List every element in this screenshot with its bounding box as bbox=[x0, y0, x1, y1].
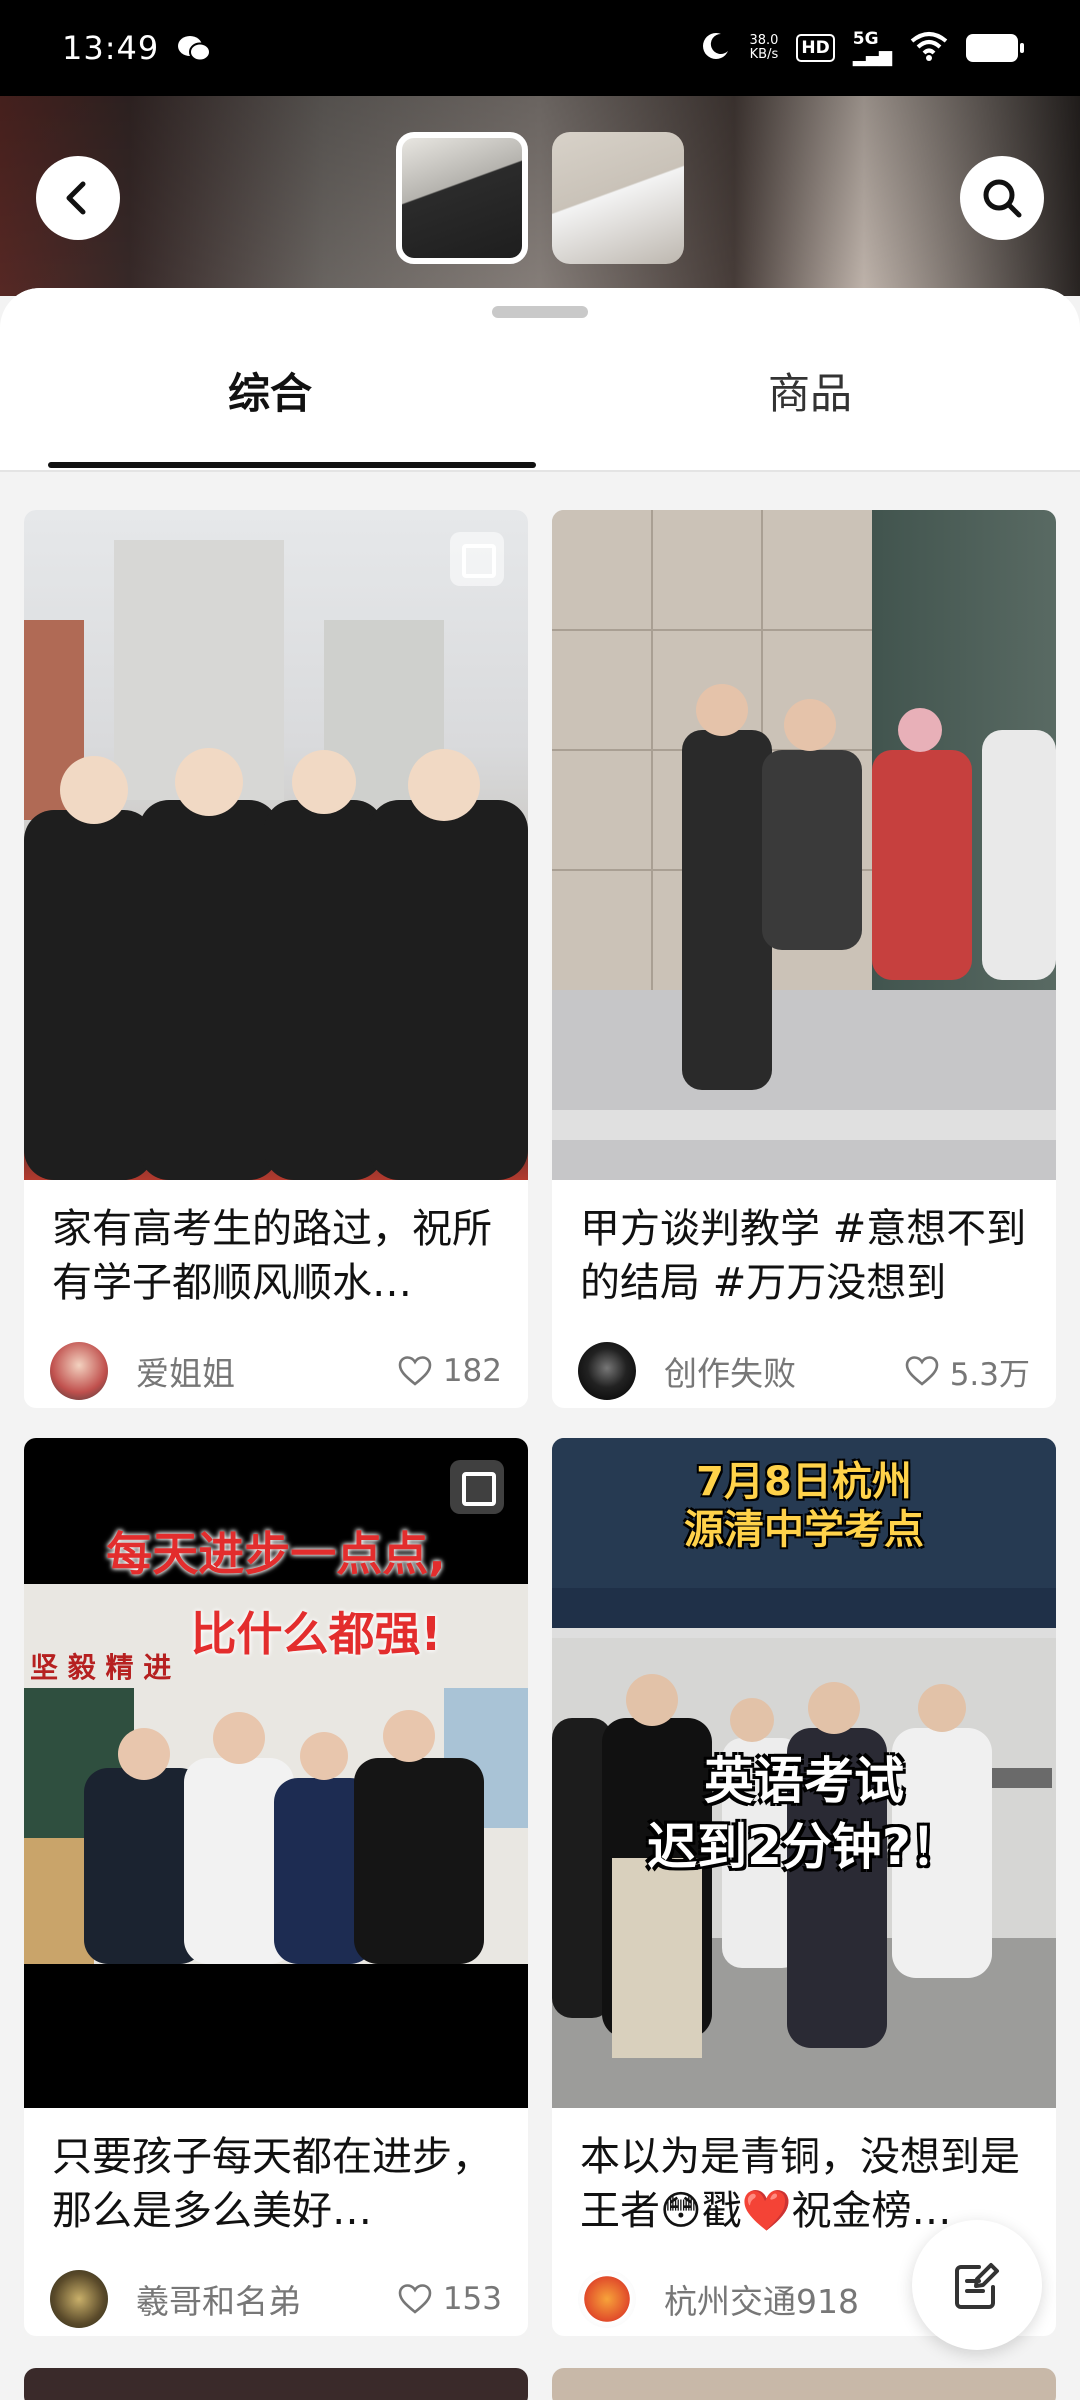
wechat-icon bbox=[177, 35, 212, 62]
result-card[interactable]: 7月8日杭州 源清中学考点 英语考试 迟到2分钟?！ 本以为是青铜，没想到是王者… bbox=[552, 1438, 1056, 2336]
result-card[interactable] bbox=[24, 2368, 528, 2400]
author-name[interactable]: 爱姐姐 bbox=[136, 1347, 397, 1395]
avatar[interactable] bbox=[50, 2270, 108, 2328]
compose-button[interactable] bbox=[912, 2220, 1042, 2350]
tab-comprehensive[interactable]: 综合 bbox=[0, 288, 540, 472]
card-image bbox=[552, 510, 1056, 1180]
result-card[interactable]: 坚 毅 精 进 每天进步一点点, 比什么都强! 只要孩子每天都在进步，那么是多么… bbox=[24, 1438, 528, 2336]
edit-note-icon bbox=[955, 2263, 999, 2309]
like-count: 182 bbox=[442, 1353, 502, 1389]
moon-icon bbox=[701, 31, 731, 65]
overlay-line: 比什么都强! bbox=[190, 1607, 442, 1661]
author-name[interactable]: 创作失败 bbox=[664, 1347, 904, 1395]
tab-divider bbox=[0, 470, 1080, 472]
avatar[interactable] bbox=[578, 1342, 636, 1400]
image-thumbnails bbox=[396, 132, 684, 264]
result-card[interactable]: 甲方谈判教学 #意想不到的结局 #万万没想到 #… 创作失败 5.3万 bbox=[552, 510, 1056, 1408]
tab-bar: 综合 商品 bbox=[0, 288, 1080, 472]
battery-icon bbox=[966, 34, 1024, 62]
wifi-icon bbox=[910, 31, 948, 65]
back-button[interactable] bbox=[36, 156, 120, 240]
thumbnail-1[interactable] bbox=[396, 132, 528, 264]
like-count: 153 bbox=[442, 2281, 502, 2317]
overlay-line: 每天进步一点点, bbox=[106, 1527, 446, 1581]
like-button[interactable]: 153 bbox=[397, 2281, 502, 2317]
thumbnail-2[interactable] bbox=[552, 132, 684, 264]
search-icon bbox=[983, 179, 1022, 218]
header-backdrop bbox=[0, 96, 1080, 296]
overlay-line: 迟到2分钟?！ bbox=[647, 1818, 961, 1876]
author-name[interactable]: 羲哥和名弟 bbox=[136, 2275, 397, 2323]
search-button[interactable] bbox=[960, 156, 1044, 240]
heart-icon bbox=[398, 2284, 432, 2314]
overlay-line: 源清中学考点 bbox=[684, 1507, 924, 1553]
result-card[interactable] bbox=[552, 2368, 1056, 2400]
card-title: 只要孩子每天都在进步，那么是多么美好… bbox=[52, 2134, 492, 2234]
card-title: 家有高考生的路过，祝所有学子都顺风顺水… bbox=[52, 1206, 492, 1306]
avatar[interactable] bbox=[50, 1342, 108, 1400]
network-speed: 38.0 KB/s bbox=[749, 33, 779, 62]
like-button[interactable]: 5.3万 bbox=[904, 1349, 1030, 1394]
avatar[interactable] bbox=[578, 2270, 636, 2328]
multi-image-icon bbox=[450, 1460, 504, 1514]
results-sheet: 综合 商品 家有高考生的路过，祝所有学子都顺风顺水… 爱姐姐 182 甲方谈判教… bbox=[0, 288, 1080, 2400]
multi-image-icon bbox=[450, 532, 504, 586]
status-time: 13:49 bbox=[62, 29, 160, 67]
hd-badge: HD bbox=[796, 34, 835, 62]
like-count: 5.3万 bbox=[949, 1356, 1030, 1393]
result-card[interactable]: 家有高考生的路过，祝所有学子都顺风顺水… 爱姐姐 182 bbox=[24, 510, 528, 1408]
like-button[interactable]: 182 bbox=[397, 1353, 502, 1389]
heart-icon bbox=[905, 1356, 938, 1386]
card-title: 甲方谈判教学 #意想不到的结局 #万万没想到 #… bbox=[580, 1206, 1027, 1320]
card-image: 坚 毅 精 进 每天进步一点点, 比什么都强! bbox=[24, 1438, 528, 2108]
overlay-line: 英语考试 bbox=[704, 1752, 904, 1810]
chevron-left-icon bbox=[66, 181, 86, 215]
network-5g-icon: 5G ▂▄▆ bbox=[852, 29, 892, 67]
card-image: 7月8日杭州 源清中学考点 英语考试 迟到2分钟?！ bbox=[552, 1438, 1056, 2108]
status-bar: 13:49 38.0 KB/s HD 5G ▂▄▆ bbox=[0, 0, 1080, 96]
tab-products[interactable]: 商品 bbox=[540, 288, 1080, 472]
card-image bbox=[24, 510, 528, 1180]
overlay-line: 7月8日杭州 bbox=[696, 1459, 912, 1505]
heart-icon bbox=[398, 1356, 432, 1386]
